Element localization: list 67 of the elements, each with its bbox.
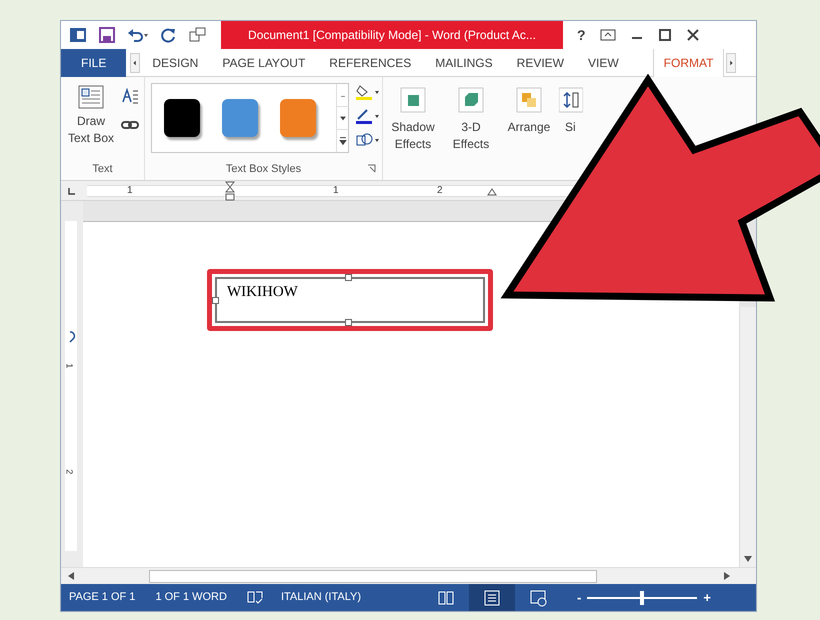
ribbon-tab[interactable]: DESIGN bbox=[140, 48, 210, 76]
page-icon bbox=[483, 588, 502, 606]
zoom-out-button[interactable]: - bbox=[577, 588, 582, 608]
style-swatch[interactable] bbox=[280, 99, 316, 137]
cube-icon bbox=[456, 85, 486, 115]
window-title: Document1 [Compatibility Mode] - Word (Product Ac... bbox=[221, 21, 563, 49]
fill-icon[interactable] bbox=[355, 83, 381, 101]
word-count[interactable]: 1 OF 1 WORD bbox=[155, 589, 227, 606]
scroll-down-icon[interactable] bbox=[743, 555, 753, 563]
book-icon bbox=[437, 588, 456, 606]
vertical-scrollbar[interactable] bbox=[739, 307, 756, 567]
text-box-text: WIKIHOW bbox=[227, 283, 298, 302]
outline-icon[interactable] bbox=[355, 107, 381, 125]
resize-handle-icon[interactable] bbox=[345, 319, 352, 326]
file-tab[interactable]: FILE bbox=[61, 48, 126, 76]
ruler-number: 1 bbox=[127, 184, 133, 198]
scroll-right-icon[interactable] bbox=[723, 571, 731, 581]
style-swatch[interactable] bbox=[222, 99, 258, 137]
save-icon[interactable] bbox=[99, 27, 115, 43]
square-icon bbox=[398, 85, 428, 115]
text-direction-icon[interactable] bbox=[121, 87, 139, 105]
ribbon-display-icon[interactable] bbox=[600, 29, 616, 41]
ribbon-tab[interactable]: VIEW bbox=[576, 48, 631, 76]
tab-selector-icon[interactable] bbox=[67, 186, 77, 196]
ruler-number: 2 bbox=[63, 469, 76, 474]
ribbon-tab[interactable]: PAGE LAYOUT bbox=[210, 48, 318, 76]
resize-arrows-icon bbox=[559, 85, 583, 115]
print-layout-button[interactable] bbox=[469, 584, 516, 611]
draw-text-box-button[interactable]: Draw Text Box bbox=[65, 85, 117, 160]
proofing-icon[interactable] bbox=[246, 590, 263, 604]
scroll-left-icon[interactable] bbox=[130, 52, 140, 72]
word-logo-icon bbox=[69, 26, 87, 44]
text-box-icon bbox=[78, 85, 104, 109]
ribbon-tab[interactable]: FORMAT bbox=[652, 48, 724, 76]
group-label: Text bbox=[91, 162, 114, 176]
ruler-number: 2 bbox=[437, 184, 443, 198]
ribbon-tab[interactable]: MAILINGS bbox=[423, 48, 505, 76]
text-box[interactable]: WIKIHOW bbox=[215, 277, 485, 323]
page-count[interactable]: PAGE 1 OF 1 bbox=[69, 589, 136, 606]
ruler-number: 1 bbox=[63, 363, 76, 368]
stacked-squares-icon bbox=[514, 85, 544, 115]
right-indent-icon[interactable] bbox=[487, 188, 497, 196]
maximize-icon[interactable] bbox=[658, 28, 672, 42]
arrange-button[interactable]: Arrange bbox=[501, 85, 557, 136]
scroll-left-icon[interactable] bbox=[67, 571, 75, 581]
group-label: Text Box Styles bbox=[226, 162, 302, 176]
style-swatch[interactable] bbox=[164, 99, 200, 137]
resize-handle-icon[interactable] bbox=[212, 297, 219, 304]
redo-icon[interactable] bbox=[161, 27, 177, 43]
horizontal-scrollbar[interactable] bbox=[61, 567, 756, 584]
shadow-effects-button[interactable]: Shadow Effects bbox=[385, 85, 441, 153]
resize-handle-icon[interactable] bbox=[345, 274, 352, 281]
help-button[interactable]: ? bbox=[577, 24, 586, 46]
close-icon[interactable] bbox=[686, 28, 700, 42]
ribbon-tab[interactable]: REVIEW bbox=[504, 48, 576, 76]
link-icon[interactable] bbox=[121, 119, 139, 131]
dialog-launcher-icon[interactable] bbox=[367, 164, 376, 172]
scroll-right-icon[interactable] bbox=[726, 52, 736, 72]
scroll-down-icon[interactable] bbox=[337, 106, 349, 130]
ribbon-tab[interactable]: REFERENCES bbox=[317, 48, 424, 76]
undo-icon[interactable] bbox=[127, 27, 149, 43]
ruler-number: 1 bbox=[333, 184, 339, 198]
zoom-in-button[interactable]: + bbox=[703, 588, 711, 608]
size-button[interactable]: Si bbox=[559, 85, 583, 136]
language-indicator[interactable]: ITALIAN (ITALY) bbox=[280, 589, 362, 606]
3d-effects-button[interactable]: 3-D Effects bbox=[443, 85, 499, 153]
zoom-thumb[interactable] bbox=[640, 590, 644, 604]
